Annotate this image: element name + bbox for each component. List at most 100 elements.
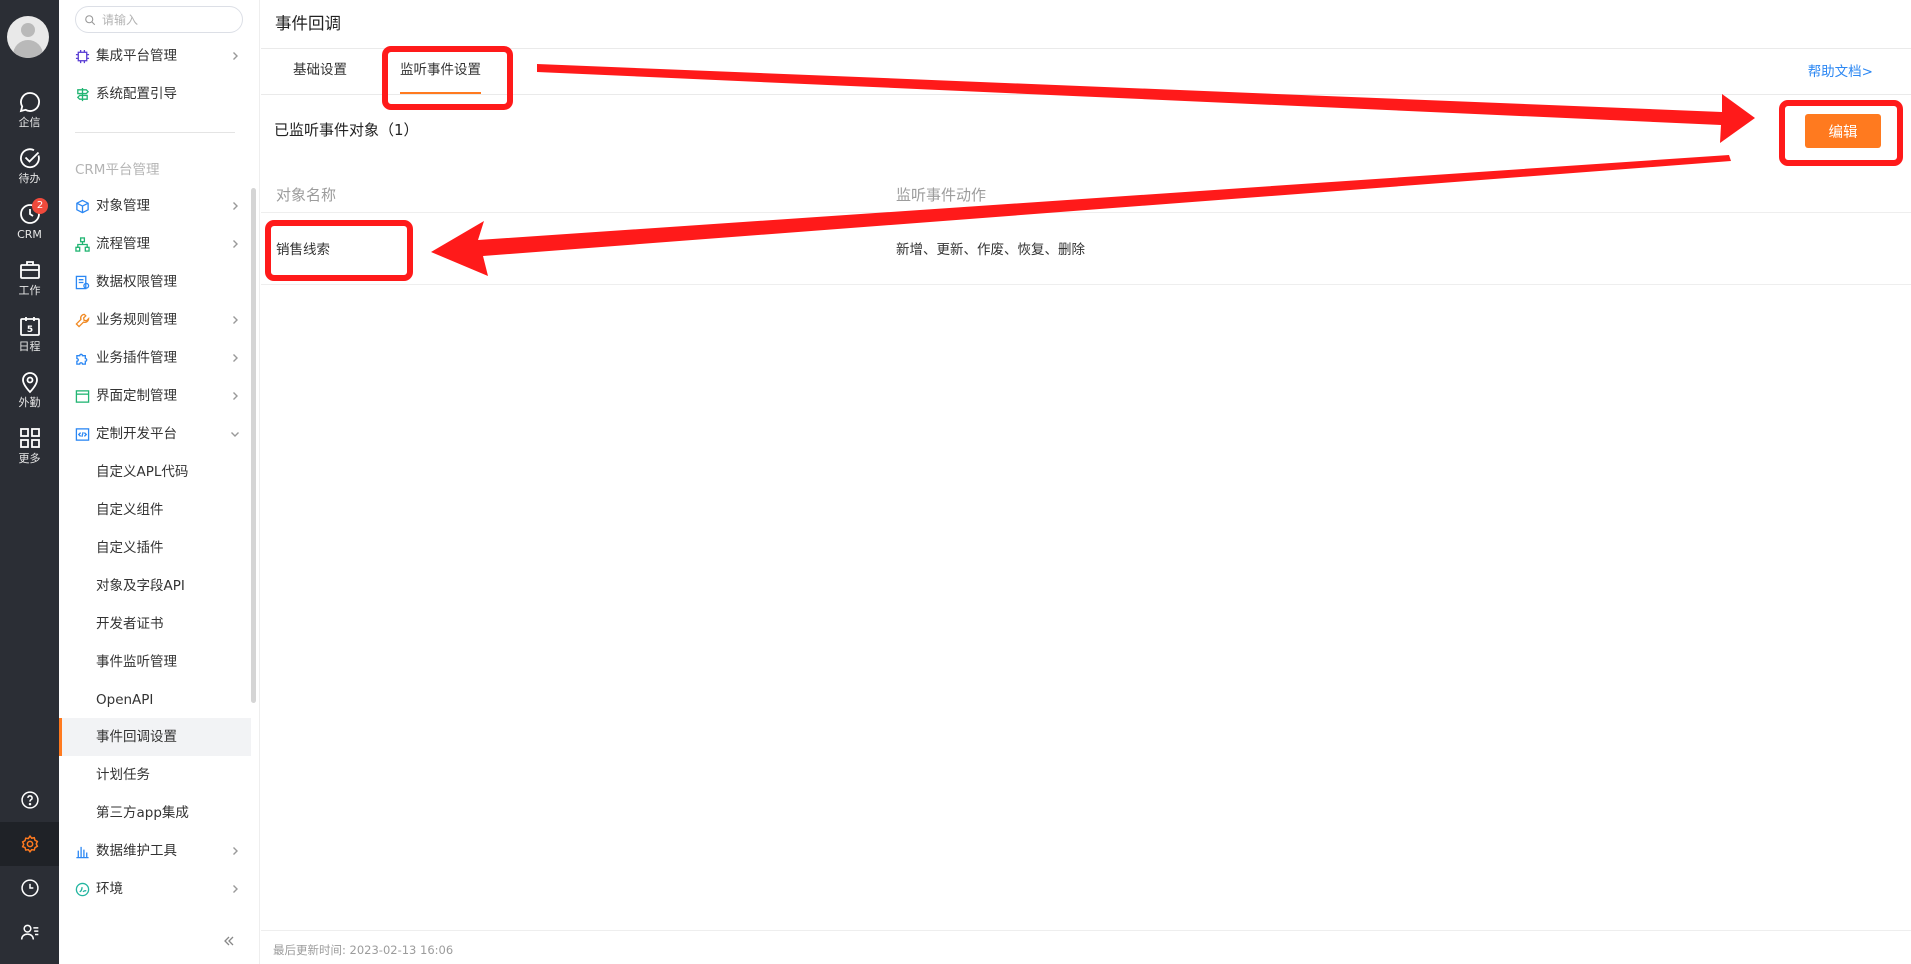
rail-item-chat[interactable]: 企信 <box>0 86 59 138</box>
column-header-event-actions: 监听事件动作 <box>896 186 987 204</box>
sidebar-search-input[interactable] <box>102 11 232 29</box>
sidebar-item-objects[interactable]: 对象管理 <box>59 187 251 225</box>
svg-text:5: 5 <box>26 325 32 335</box>
chevron-right-icon <box>233 392 238 400</box>
sidebar-section-title: CRM平台管理 <box>75 162 160 178</box>
sidebar-subitem-event-callback[interactable]: 事件回调设置 <box>59 718 251 756</box>
sidebar-subitem-label: 第三方app集成 <box>96 805 189 821</box>
user-list-icon <box>20 924 38 940</box>
chat-icon <box>19 92 40 113</box>
sidebar-subitem-openapi[interactable]: OpenAPI <box>59 681 251 719</box>
sidebar-item-data-permission[interactable]: 数据权限管理 <box>59 263 251 301</box>
footer-divider <box>261 930 1911 931</box>
puzzle-icon <box>76 353 88 365</box>
chip-icon <box>75 49 90 64</box>
chevron-right-icon <box>233 316 238 324</box>
tab-listen-event-settings[interactable]: 监听事件设置 <box>400 50 481 94</box>
sidebar-item-config-guide[interactable]: 系统配置引导 <box>59 75 251 113</box>
flow-icon <box>75 237 90 252</box>
sidebar-subitem-object-field-api[interactable]: 对象及字段API <box>59 567 251 605</box>
chevron-right-icon <box>233 885 238 893</box>
sidebar-item-label: 业务插件管理 <box>96 350 177 366</box>
rail-label-crm: CRM <box>17 228 42 241</box>
sidebar-subitem-custom-plugin[interactable]: 自定义插件 <box>59 529 251 567</box>
header-divider <box>261 48 1911 49</box>
sidebar-item-label: 数据权限管理 <box>96 274 177 290</box>
sidebar-item-label: 对象管理 <box>96 198 150 214</box>
chevron-right-icon <box>233 52 238 60</box>
sidebar-subitem-label: 计划任务 <box>96 767 150 783</box>
help-docs-link[interactable]: 帮助文档> <box>1808 60 1873 80</box>
rail-item-more[interactable]: 更多 <box>0 422 59 474</box>
sidebar-item-environment[interactable]: 环境 <box>59 870 251 908</box>
grid-icon <box>19 428 40 448</box>
edit-button[interactable]: 编辑 <box>1805 114 1881 148</box>
table-header-divider <box>261 212 1911 213</box>
briefcase-icon <box>19 261 40 279</box>
sidebar-item-process[interactable]: 流程管理 <box>59 225 251 263</box>
rail-label-todo: 待办 <box>18 172 41 185</box>
page-title: 事件回调 <box>275 14 341 33</box>
sidebar-item-business-rules[interactable]: 业务规则管理 <box>59 301 251 339</box>
chevron-right-icon <box>233 847 238 855</box>
rail-contacts-button[interactable] <box>0 910 59 954</box>
chevron-down-icon <box>231 432 239 437</box>
sidebar-subitem-third-party-app[interactable]: 第三方app集成 <box>59 794 251 832</box>
rail-label-field: 外勤 <box>18 396 41 409</box>
sidebar-item-data-maintenance[interactable]: 数据维护工具 <box>59 832 251 870</box>
rail-label-chat: 企信 <box>18 116 41 129</box>
sidebar-item-label: 环境 <box>96 881 123 897</box>
rail-history-button[interactable] <box>0 866 59 910</box>
sidebar-scrollbar[interactable] <box>251 188 256 703</box>
sidebar-item-ui-custom[interactable]: 界面定制管理 <box>59 377 251 415</box>
rail-settings-button[interactable] <box>0 822 59 866</box>
last-updated-text: 最后更新时间: 2023-02-13 16:06 <box>273 943 454 957</box>
sidebar-item-label: 界面定制管理 <box>96 388 177 404</box>
collapse-sidebar-icon[interactable] <box>222 934 236 948</box>
calendar-icon: 5 <box>19 317 40 336</box>
chevron-right-icon <box>233 240 238 248</box>
sidebar-subitem-label: 自定义组件 <box>96 502 164 518</box>
column-header-object-name: 对象名称 <box>276 186 337 204</box>
data-permission-icon <box>75 275 90 290</box>
sidebar-item-label: 流程管理 <box>96 236 150 252</box>
sidebar-subitem-label: 自定义插件 <box>96 540 164 556</box>
sidebar-divider <box>75 132 235 133</box>
tab-basic-settings[interactable]: 基础设置 <box>293 50 347 94</box>
notification-badge: 2 <box>32 198 48 214</box>
section-title: 已监听事件对象（1） <box>274 121 419 139</box>
sidebar-item-business-plugins[interactable]: 业务插件管理 <box>59 339 251 377</box>
sidebar-subitem-scheduled-task[interactable]: 计划任务 <box>59 756 251 794</box>
user-avatar[interactable] <box>7 16 49 58</box>
rail-help-button[interactable] <box>0 778 59 822</box>
check-circle-icon <box>19 148 40 169</box>
rail-item-todo[interactable]: 待办 <box>0 142 59 194</box>
sidebar-subitem-label: 事件监听管理 <box>96 654 177 670</box>
rail-item-calendar[interactable]: 5 日程 <box>0 310 59 362</box>
rail-item-field[interactable]: 外勤 <box>0 366 59 418</box>
app-rail: 企信 待办 CRM 2 工作 5 日程 外勤 更多 <box>0 0 59 964</box>
cube-icon <box>76 199 89 214</box>
sidebar-item-dev-platform[interactable]: 定制开发平台 <box>59 415 251 453</box>
table-cell-object-name: 销售线索 <box>276 242 330 258</box>
sidebar-item-label: 系统配置引导 <box>96 86 177 102</box>
signpost-icon <box>76 87 90 102</box>
help-icon <box>20 791 39 809</box>
rail-item-work[interactable]: 工作 <box>0 254 59 306</box>
sidebar-subitem-custom-component[interactable]: 自定义组件 <box>59 491 251 529</box>
main-content: 事件回调 基础设置 监听事件设置 帮助文档> 已监听事件对象（1） 编辑 对象名… <box>261 0 1911 964</box>
sidebar-subitem-label: 事件回调设置 <box>96 729 177 745</box>
sidebar-subitem-dev-certificate[interactable]: 开发者证书 <box>59 605 251 643</box>
sidebar-subitem-event-listener[interactable]: 事件监听管理 <box>59 643 251 681</box>
bar-chart-icon <box>76 846 89 859</box>
sidebar-item-label: 集成平台管理 <box>96 48 177 64</box>
sidebar-item-integration[interactable]: 集成平台管理 <box>59 37 251 75</box>
sidebar-search[interactable] <box>75 6 243 33</box>
environment-icon <box>75 882 90 897</box>
table-row-divider <box>261 284 1911 285</box>
rail-item-crm[interactable]: CRM 2 <box>0 198 59 250</box>
sidebar-subitem-apl-code[interactable]: 自定义APL代码 <box>59 453 251 491</box>
code-icon <box>75 428 90 441</box>
wrench-icon <box>75 313 90 328</box>
chevron-right-icon <box>233 202 238 210</box>
